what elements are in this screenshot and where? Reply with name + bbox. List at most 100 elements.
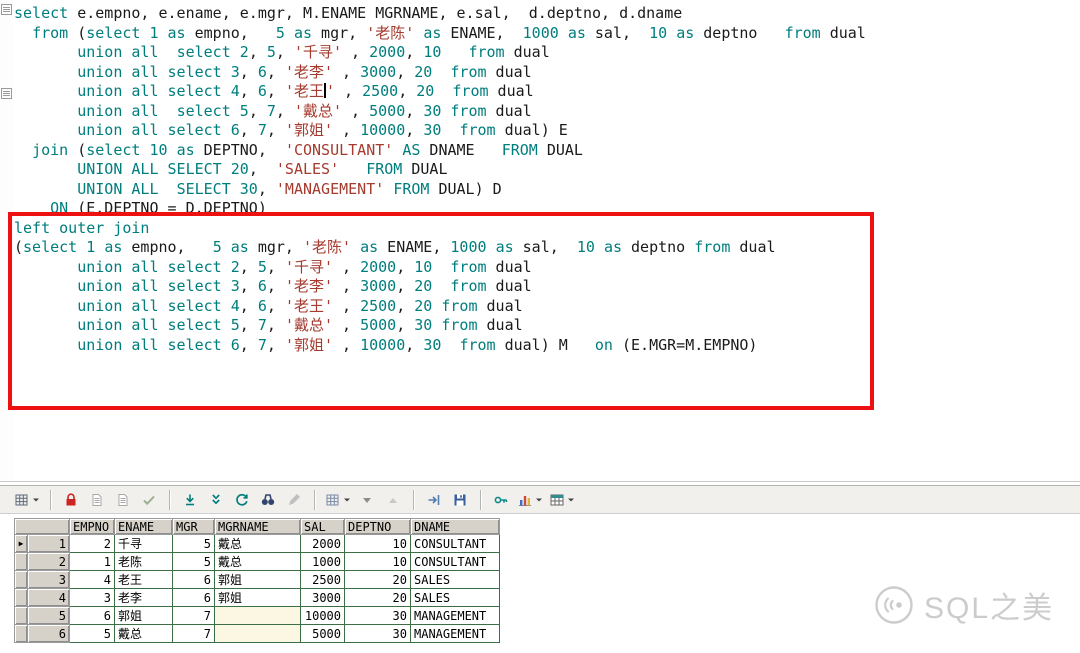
paste-record-button[interactable]	[111, 488, 135, 512]
grid-cell-sal[interactable]: 5000	[300, 624, 345, 643]
code-line[interactable]: (select 1 as empno, 5 as mgr, '老陈' as EN…	[14, 238, 866, 258]
column-header-deptno[interactable]: DEPTNO	[344, 518, 411, 535]
grid-cell-mgrname[interactable]: 郭姐	[214, 570, 301, 589]
grid-row[interactable]: ▶ 1 2 千寻 5 戴总 2000 10 CONSULTANT	[14, 534, 500, 553]
grid-cell-mgr[interactable]: 5	[172, 552, 215, 571]
grid-cell-mgr[interactable]: 6	[172, 570, 215, 589]
save-results-button[interactable]	[448, 488, 472, 512]
fetch-all-button[interactable]	[204, 488, 228, 512]
grid-cell-mgrname[interactable]	[214, 606, 301, 625]
chart-view-button[interactable]	[515, 488, 545, 512]
code-line[interactable]: union all select 6, 7, '郭姐' , 10000, 30 …	[14, 336, 866, 356]
code-line[interactable]: UNION ALL SELECT 30, 'MANAGEMENT' FROM D…	[14, 180, 866, 200]
grid-cell-mgrname[interactable]: 郭姐	[214, 588, 301, 607]
grid-cell-empno[interactable]: 4	[69, 570, 115, 589]
refresh-button[interactable]	[230, 488, 254, 512]
grid-row[interactable]: 2 1 老陈 5 戴总 1000 10 CONSULTANT	[14, 552, 500, 571]
result-grid-options-button[interactable]	[323, 488, 353, 512]
code-line[interactable]: union all select 2, 5, '千寻' , 2000, 10 f…	[14, 258, 866, 278]
column-header-dname[interactable]: DNAME	[410, 518, 500, 535]
report-view-button[interactable]	[547, 488, 577, 512]
row-number-cell[interactable]: 2	[27, 552, 70, 571]
grid-cell-mgrname[interactable]	[214, 624, 301, 643]
code-line[interactable]: union all select 5, 7, '戴总' , 5000, 30 f…	[14, 316, 866, 336]
column-header-mgrname[interactable]: MGRNAME	[214, 518, 301, 535]
code-line[interactable]: left outer join	[14, 219, 866, 239]
row-number-cell[interactable]: 5	[27, 606, 70, 625]
grid-cell-sal[interactable]: 10000	[300, 606, 345, 625]
grid-cell-deptno[interactable]: 30	[344, 606, 411, 625]
grid-cell-deptno[interactable]: 30	[344, 624, 411, 643]
linked-query-button[interactable]	[489, 488, 513, 512]
code-line[interactable]: union all select 5, 7, '戴总' , 5000, 30 f…	[14, 102, 866, 122]
code-line[interactable]: UNION ALL SELECT 20, 'SALES' FROM DUAL	[14, 160, 866, 180]
post-changes-button[interactable]	[137, 488, 161, 512]
editor-results-splitter[interactable]	[0, 481, 1080, 482]
grid-cell-ename[interactable]: 千寻	[114, 534, 173, 553]
code-line[interactable]: union all select 2, 5, '千寻' , 2000, 10 f…	[14, 43, 866, 63]
row-indicator-cell[interactable]	[14, 552, 28, 571]
code-line[interactable]: union all select 6, 7, '郭姐' , 10000, 30 …	[14, 121, 866, 141]
sort-ascending-button[interactable]	[381, 488, 405, 512]
grid-cell-dname[interactable]: MANAGEMENT	[410, 624, 500, 643]
row-number-cell[interactable]: 3	[27, 570, 70, 589]
grid-cell-empno[interactable]: 2	[69, 534, 115, 553]
code-line[interactable]: union all select 4, 6, '老王' , 2500, 20 f…	[14, 297, 866, 317]
row-indicator-cell[interactable]	[14, 570, 28, 589]
sql-code[interactable]: select e.empno, e.ename, e.mgr, M.ENAME …	[14, 4, 866, 355]
grid-cell-deptno[interactable]: 20	[344, 588, 411, 607]
grid-row[interactable]: 6 5 戴总 7 5000 30 MANAGEMENT	[14, 624, 500, 643]
grid-cell-dname[interactable]: MANAGEMENT	[410, 606, 500, 625]
grid-cell-sal[interactable]: 1000	[300, 552, 345, 571]
edit-data-button[interactable]	[282, 488, 306, 512]
code-line[interactable]: ON (E.DEPTNO = D.DEPTNO)	[14, 199, 866, 219]
code-line[interactable]: select e.empno, e.ename, e.mgr, M.ENAME …	[14, 4, 866, 24]
grid-row[interactable]: 3 4 老王 6 郭姐 2500 20 SALES	[14, 570, 500, 589]
code-line[interactable]: from (select 1 as empno, 5 as mgr, '老陈' …	[14, 24, 866, 44]
grid-cell-sal[interactable]: 2000	[300, 534, 345, 553]
code-line[interactable]: union all select 4, 6, '老王' , 2500, 20 f…	[14, 82, 866, 102]
grid-cell-deptno[interactable]: 20	[344, 570, 411, 589]
row-indicator-cell[interactable]	[14, 606, 28, 625]
grid-row[interactable]: 5 6 郭姐 7 10000 30 MANAGEMENT	[14, 606, 500, 625]
grid-cell-dname[interactable]: CONSULTANT	[410, 534, 500, 553]
row-number-cell[interactable]: 4	[27, 588, 70, 607]
grid-cell-mgr[interactable]: 7	[172, 624, 215, 643]
grid-cell-empno[interactable]: 6	[69, 606, 115, 625]
sql-editor[interactable]: select e.empno, e.ename, e.mgr, M.ENAME …	[0, 0, 1080, 480]
grid-cell-deptno[interactable]: 10	[344, 552, 411, 571]
grid-cell-ename[interactable]: 老李	[114, 588, 173, 607]
current-row-marker-cell[interactable]: ▶	[14, 534, 28, 553]
grid-cell-dname[interactable]: CONSULTANT	[410, 552, 500, 571]
grid-cell-sal[interactable]: 2500	[300, 570, 345, 589]
grid-cell-ename[interactable]: 郭姐	[114, 606, 173, 625]
grid-cell-ename[interactable]: 戴总	[114, 624, 173, 643]
column-header-ename[interactable]: ENAME	[114, 518, 173, 535]
row-indicator-cell[interactable]	[14, 624, 28, 643]
row-number-cell[interactable]: 6	[27, 624, 70, 643]
grid-row[interactable]: 4 3 老李 6 郭姐 3000 20 SALES	[14, 588, 500, 607]
grid-edit-options-button[interactable]	[12, 488, 42, 512]
code-line[interactable]: union all select 3, 6, '老李' , 3000, 20 f…	[14, 63, 866, 83]
grid-cell-sal[interactable]: 3000	[300, 588, 345, 607]
row-indicator-cell[interactable]	[14, 588, 28, 607]
grid-cell-mgr[interactable]: 5	[172, 534, 215, 553]
copy-record-button[interactable]	[85, 488, 109, 512]
column-header-empno[interactable]: EMPNO	[69, 518, 115, 535]
code-line[interactable]: union all select 3, 6, '老李' , 3000, 20 f…	[14, 277, 866, 297]
grid-cell-empno[interactable]: 5	[69, 624, 115, 643]
grid-cell-dname[interactable]: SALES	[410, 570, 500, 589]
find-button[interactable]	[256, 488, 280, 512]
grid-cell-empno[interactable]: 3	[69, 588, 115, 607]
sort-descending-button[interactable]	[355, 488, 379, 512]
grid-cell-ename[interactable]: 老陈	[114, 552, 173, 571]
fetch-next-page-button[interactable]	[178, 488, 202, 512]
row-number-cell[interactable]: 1	[27, 534, 70, 553]
column-header-mgr[interactable]: MGR	[172, 518, 215, 535]
grid-cell-mgrname[interactable]: 戴总	[214, 534, 301, 553]
grid-cell-ename[interactable]: 老王	[114, 570, 173, 589]
column-header-sal[interactable]: SAL	[300, 518, 345, 535]
grid-cell-mgr[interactable]: 6	[172, 588, 215, 607]
lock-button[interactable]	[59, 488, 83, 512]
export-results-button[interactable]	[422, 488, 446, 512]
